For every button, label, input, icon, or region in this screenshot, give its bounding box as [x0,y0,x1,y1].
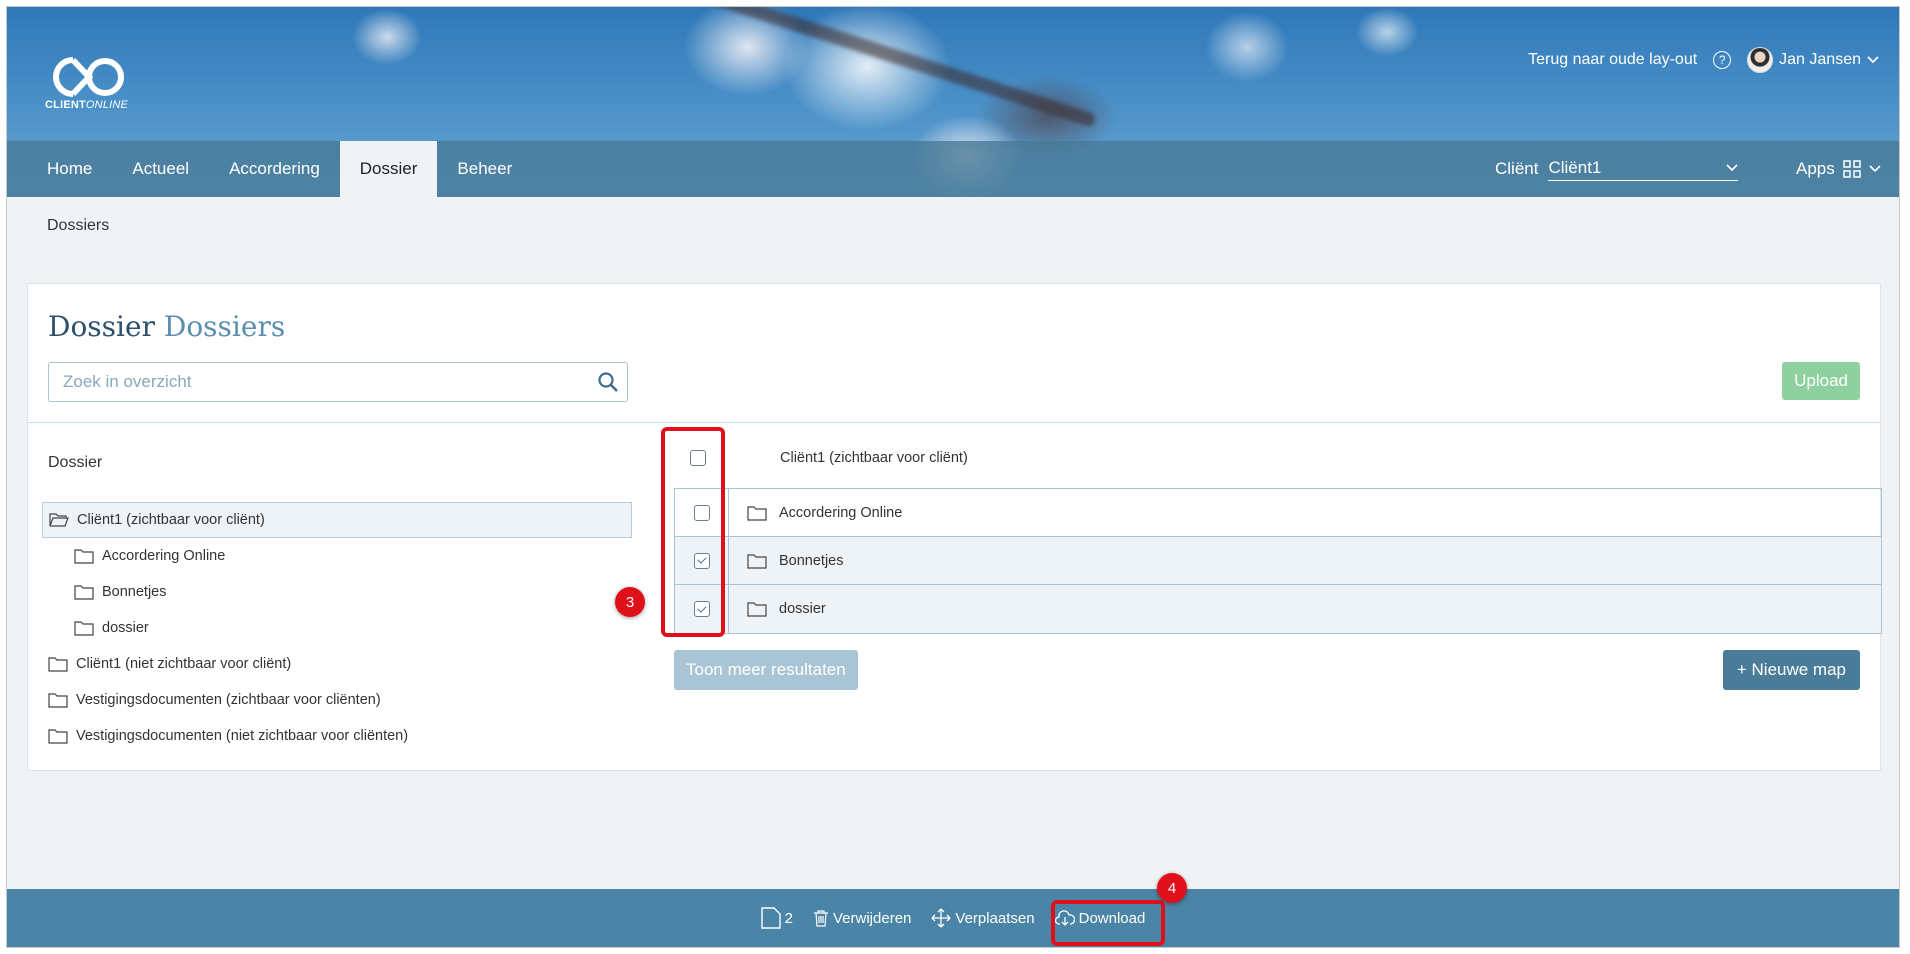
apps-menu[interactable]: Apps [1796,141,1881,197]
annotation-download-highlight [1051,900,1165,946]
banner-branch-decoration [617,7,1097,128]
tree-item-label: Vestigingsdocumenten (zichtbaar voor cli… [76,692,381,708]
trash-icon [814,910,828,927]
tree-heading: Dossier [48,454,103,471]
folder-icon [74,621,94,636]
apps-grid-icon [1843,160,1861,178]
folder-icon [747,553,767,569]
chevron-down-icon [1869,165,1881,173]
folder-icon [48,729,68,744]
nav-actueel[interactable]: Actueel [112,141,209,197]
annotation-badge-3: 3 [615,587,645,617]
nav-accordering[interactable]: Accordering [209,141,340,197]
tree-item-label: Cliënt1 (niet zichtbaar voor cliënt) [76,656,292,672]
help-icon[interactable]: ? [1713,51,1732,69]
client-selector: Cliënt Cliënt1 [1495,141,1739,197]
search-input[interactable] [49,363,569,401]
client-dropdown[interactable]: Cliënt1 [1548,157,1739,181]
folder-list: Accordering Online Bonnetjes dossier [674,488,1882,634]
tree-item[interactable]: dossier [42,610,632,646]
logo-text: CLIENTONLINE [45,99,129,111]
folder-icon [48,657,68,672]
folder-icon [747,505,767,521]
nav-home[interactable]: Home [27,141,112,197]
header-actions: Terug naar oude lay-out ? Jan Jansen [1528,47,1879,73]
folder-icon [74,585,94,600]
folder-icon [74,549,94,564]
nav-dossier[interactable]: Dossier [339,141,438,197]
folder-tree: Cliënt1 (zichtbaar voor cliënt) Accorder… [42,502,632,754]
move-button[interactable]: Verplaatsen [931,908,1035,928]
tree-item-label: Accordering Online [102,548,226,564]
user-menu[interactable]: Jan Jansen [1747,47,1879,73]
tree-item[interactable]: Vestigingsdocumenten (niet zichtbaar voo… [42,718,632,754]
breadcrumb[interactable]: Dossiers [47,217,109,235]
upload-button[interactable]: Upload [1782,362,1860,400]
tree-item-label: Cliënt1 (zichtbaar voor cliënt) [77,512,265,528]
apps-label: Apps [1796,159,1835,178]
tree-item-label: Vestigingsdocumenten (niet zichtbaar voo… [76,728,409,744]
tree-item[interactable]: Vestigingsdocumenten (zichtbaar voor cli… [42,682,632,718]
tree-item[interactable]: Cliënt1 (niet zichtbaar voor cliënt) [42,646,632,682]
tree-item[interactable]: Accordering Online [42,538,632,574]
show-more-button[interactable]: Toon meer resultaten [674,650,858,690]
table-row[interactable]: dossier [675,585,1881,633]
tree-item[interactable]: Cliënt1 (zichtbaar voor cliënt) [42,502,632,538]
row-label: Bonnetjes [779,552,844,569]
avatar [1747,47,1774,73]
dossier-panel: Dossier Dossiers Upload Dossier Cliënt1 … [27,283,1882,771]
old-layout-link[interactable]: Terug naar oude lay-out [1528,51,1697,69]
client-label: Cliënt [1495,159,1539,178]
client-value: Cliënt1 [1548,157,1602,177]
folder-icon [747,602,767,617]
new-folder-button[interactable]: + Nieuwe map [1722,650,1860,690]
row-label: Accordering Online [779,504,903,521]
table-row[interactable]: Bonnetjes [675,537,1881,585]
folder-icon [48,693,68,708]
chevron-down-icon [1726,163,1739,171]
move-icon [931,908,951,928]
folder-open-icon [49,513,69,527]
row-label: dossier [779,601,826,617]
user-name: Jan Jansen [1779,51,1861,68]
main-navbar: Home Actueel Accordering Dossier Beheer … [7,141,1899,197]
tree-item-label: dossier [102,620,149,636]
tree-item[interactable]: Bonnetjes [42,574,632,610]
nav-beheer[interactable]: Beheer [437,141,532,197]
header-banner: CLIENTONLINE Terug naar oude lay-out ? J… [7,7,1899,197]
page-title: Dossier Dossiers [48,310,286,343]
document-icon [760,907,781,929]
search-box [48,362,628,402]
app-window: CLIENTONLINE Terug naar oude lay-out ? J… [6,6,1900,948]
search-icon[interactable] [597,371,619,393]
annotation-badge-4: 4 [1157,873,1187,903]
tree-item-label: Bonnetjes [102,584,167,600]
selection-action-bar: 2 Verwijderen Verplaatsen Download [7,889,1899,947]
list-header-label: Cliënt1 (zichtbaar voor cliënt) [780,450,968,466]
delete-button[interactable]: Verwijderen [813,909,911,927]
table-row[interactable]: Accordering Online [675,489,1881,537]
panel-divider [28,422,1880,423]
chevron-down-icon [1867,56,1879,64]
selected-count: 2 [760,907,793,929]
annotation-checkbox-highlight [661,427,725,637]
